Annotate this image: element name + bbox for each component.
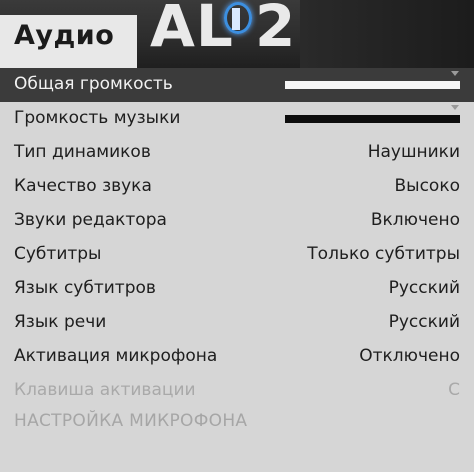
- music-volume-slider[interactable]: [285, 115, 460, 123]
- speaker-type-value[interactable]: Наушники: [368, 142, 460, 162]
- row-master-volume[interactable]: Общая громкость: [0, 68, 474, 102]
- row-subtitle-language[interactable]: Язык субтитров Русский: [0, 272, 474, 306]
- row-speech-language[interactable]: Язык речи Русский: [0, 306, 474, 340]
- row-activation-key: Клавиша активации C: [0, 374, 474, 408]
- row-subtitles[interactable]: Субтитры Только субтитры: [0, 238, 474, 272]
- row-label: Качество звука: [14, 176, 152, 196]
- row-editor-sounds[interactable]: Звуки редактора Включено: [0, 204, 474, 238]
- row-label: Язык субтитров: [14, 278, 156, 298]
- row-label: Язык речи: [14, 312, 107, 332]
- background-dark-area: [300, 0, 474, 68]
- row-label: Субтитры: [14, 244, 102, 264]
- slider-indicator-icon: [451, 71, 459, 76]
- speech-language-value[interactable]: Русский: [389, 312, 460, 332]
- game-logo: AL 2: [150, 0, 297, 60]
- mic-settings-button[interactable]: НАСТРОЙКА МИКРОФОНА: [14, 411, 247, 431]
- row-speaker-type[interactable]: Тип динамиков Наушники: [0, 136, 474, 170]
- row-label: Клавиша активации: [14, 380, 196, 400]
- activation-key-value: C: [448, 380, 460, 400]
- master-volume-slider[interactable]: [285, 81, 460, 89]
- mic-activation-value[interactable]: Отключено: [359, 346, 460, 366]
- row-label: Общая громкость: [14, 74, 173, 94]
- row-music-volume[interactable]: Громкость музыки: [0, 102, 474, 136]
- row-mic-activation[interactable]: Активация микрофона Отключено: [0, 340, 474, 374]
- subtitles-value[interactable]: Только субтитры: [307, 244, 460, 264]
- editor-sounds-value[interactable]: Включено: [371, 210, 460, 230]
- page-title: Аудио: [14, 20, 115, 51]
- subtitle-language-value[interactable]: Русский: [389, 278, 460, 298]
- row-sound-quality[interactable]: Качество звука Высоко: [0, 170, 474, 204]
- row-label: Громкость музыки: [14, 108, 181, 128]
- slider-indicator-icon: [451, 105, 459, 110]
- character-figure: [232, 8, 240, 30]
- row-label: Тип динамиков: [14, 142, 151, 162]
- row-label: Звуки редактора: [14, 210, 167, 230]
- sound-quality-value[interactable]: Высоко: [394, 176, 460, 196]
- row-label: Активация микрофона: [14, 346, 218, 366]
